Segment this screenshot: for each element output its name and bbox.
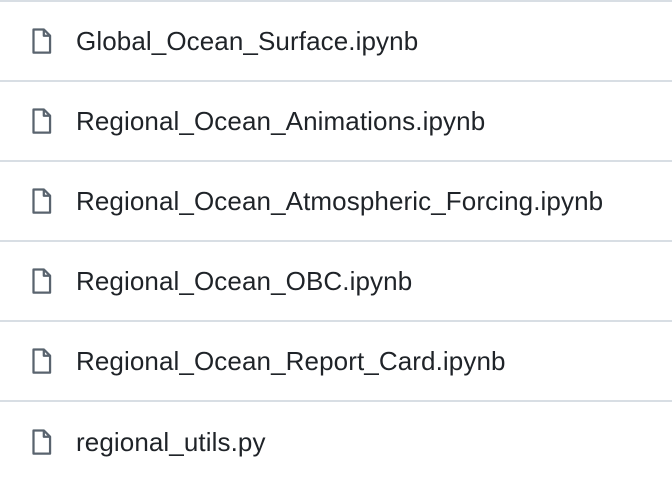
file-name-link[interactable]: Regional_Ocean_Animations.ipynb: [76, 108, 485, 134]
file-row-regional-ocean-report-card[interactable]: Regional_Ocean_Report_Card.ipynb: [0, 322, 672, 402]
file-icon: [26, 104, 56, 138]
file-icon: [26, 184, 56, 218]
file-row-regional-ocean-obc[interactable]: Regional_Ocean_OBC.ipynb: [0, 242, 672, 322]
file-name-link[interactable]: Regional_Ocean_OBC.ipynb: [76, 268, 412, 294]
file-row-regional-ocean-animations[interactable]: Regional_Ocean_Animations.ipynb: [0, 82, 672, 162]
file-name-link[interactable]: Regional_Ocean_Report_Card.ipynb: [76, 348, 506, 374]
file-icon: [26, 264, 56, 298]
file-row-regional-ocean-atmospheric-forcing[interactable]: Regional_Ocean_Atmospheric_Forcing.ipynb: [0, 162, 672, 242]
file-list: Global_Ocean_Surface.ipynb Regional_Ocea…: [0, 0, 672, 492]
file-icon: [26, 24, 56, 58]
file-row-global-ocean-surface[interactable]: Global_Ocean_Surface.ipynb: [0, 2, 672, 82]
file-icon: [26, 344, 56, 378]
file-name-link[interactable]: Global_Ocean_Surface.ipynb: [76, 28, 418, 54]
file-row-regional-utils[interactable]: regional_utils.py: [0, 402, 672, 482]
file-name-link[interactable]: regional_utils.py: [76, 429, 266, 455]
file-icon: [26, 425, 56, 459]
file-name-link[interactable]: Regional_Ocean_Atmospheric_Forcing.ipynb: [76, 188, 603, 214]
